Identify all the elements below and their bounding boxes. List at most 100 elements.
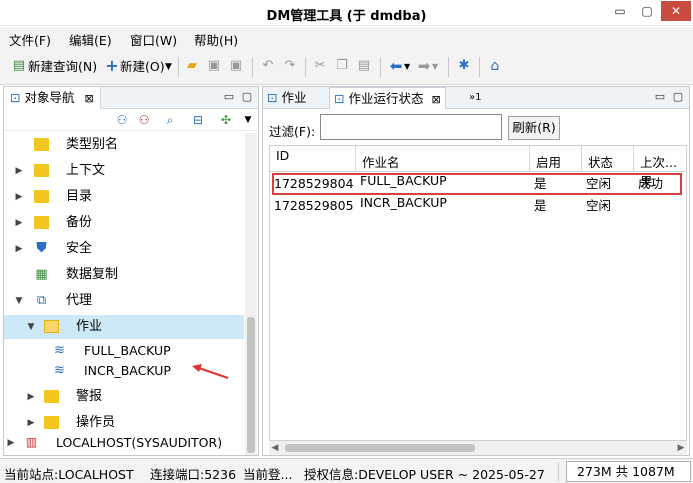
close-icon[interactable]: ⊠: [84, 92, 93, 105]
forward-icon[interactable]: ➡: [416, 58, 432, 74]
tree-node-backup[interactable]: ▶ 备份: [4, 211, 244, 235]
tree-node-label: 代理: [66, 293, 93, 308]
menu-bar: 文件(F) 编辑(E) 窗口(W) 帮助(H): [0, 27, 693, 49]
minimize-panel-button[interactable]: ▭: [222, 89, 236, 105]
filter-label: 过滤(F):: [269, 124, 316, 139]
scroll-right-icon[interactable]: ▶: [675, 441, 687, 455]
scroll-left-icon[interactable]: ◀: [269, 441, 281, 455]
redo-icon[interactable]: ↷: [282, 58, 298, 74]
copy-icon[interactable]: ❐: [334, 58, 350, 74]
folder-icon: [34, 216, 49, 229]
save-all-icon[interactable]: ▣: [228, 58, 244, 74]
column-header-job-name[interactable]: 作业名: [356, 146, 530, 172]
tree-node-alerts[interactable]: ▶ 警报: [4, 385, 244, 409]
tab-label: 作业: [281, 90, 307, 105]
toolbar-separator: [252, 57, 253, 77]
server-icon: ▥: [25, 435, 38, 449]
status-bar: 当前站点:LOCALHOST 连接端口:5236 当前登... 授权信息:DEV…: [0, 458, 693, 483]
cell-enabled: 是: [534, 198, 547, 213]
view-menu-icon[interactable]: ▼: [240, 112, 256, 128]
tab-object-navigator[interactable]: ⊡ 对象导航 ⊠: [4, 87, 101, 109]
toolbar-separator: [305, 57, 306, 77]
tree-node-localhost-sysauditor[interactable]: ▶ ▥ LOCALHOST(SYSAUDITOR): [4, 431, 244, 455]
column-header-id[interactable]: ID: [270, 146, 356, 172]
minimize-panel-button[interactable]: ▭: [653, 89, 667, 105]
menu-edit[interactable]: 编辑(E): [69, 30, 112, 49]
tree-node-replication[interactable]: ▦ 数据复制: [4, 263, 244, 287]
maximize-panel-button[interactable]: ▢: [240, 89, 254, 105]
tab-label: 对象导航: [24, 90, 75, 105]
minimize-button[interactable]: ▭: [607, 1, 633, 21]
menu-help[interactable]: 帮助(H): [194, 30, 238, 49]
expand-arrow-icon[interactable]: ▶: [26, 385, 36, 409]
menu-file[interactable]: 文件(F): [9, 30, 51, 49]
undo-icon[interactable]: ↶: [260, 58, 276, 74]
search-icon[interactable]: ⌕: [162, 112, 178, 128]
navigator-icon: ⊡: [10, 90, 25, 105]
table-horizontal-scrollbar[interactable]: ◀ ▶: [269, 441, 687, 455]
tree-node-type-alias[interactable]: 类型别名: [4, 133, 244, 157]
status-login: 当前登...: [243, 467, 293, 482]
close-icon[interactable]: ⊠: [431, 93, 440, 106]
forward-dropdown-icon[interactable]: ▼: [432, 57, 438, 77]
cut-icon[interactable]: ✂: [312, 58, 328, 74]
menu-window[interactable]: 窗口(W): [130, 30, 177, 49]
refresh-button[interactable]: 刷新(R): [508, 116, 560, 140]
save-icon[interactable]: ▣: [206, 58, 222, 74]
tree-node-label: 备份: [66, 215, 93, 230]
plus-icon: +: [105, 56, 119, 75]
collapse-arrow-icon[interactable]: ▼: [26, 315, 36, 339]
collapse-arrow-icon[interactable]: ▼: [14, 289, 24, 313]
memory-indicator[interactable]: 273M 共 1087M: [566, 461, 691, 482]
collapse-icon[interactable]: ⊟: [190, 112, 206, 128]
tree-vertical-scrollbar[interactable]: [245, 133, 257, 455]
cell-id: 1728529805: [274, 198, 354, 213]
annotation-arrow-icon: [192, 364, 229, 379]
tree-node-jobs[interactable]: ▼ 作业: [4, 315, 244, 339]
expand-icon[interactable]: ✣: [218, 112, 234, 128]
debug-icon[interactable]: ✱: [456, 58, 472, 74]
close-button[interactable]: ✕: [661, 1, 691, 21]
back-dropdown-icon[interactable]: ▼: [404, 57, 410, 77]
expand-arrow-icon[interactable]: ▶: [14, 185, 24, 209]
status-separator: [558, 463, 559, 481]
connect-icon[interactable]: ⚇: [114, 112, 130, 128]
tab-overflow-button[interactable]: »1: [465, 87, 485, 109]
status-current-site: 当前站点:LOCALHOST: [4, 467, 134, 482]
tree-node-label: LOCALHOST(SYSAUDITOR): [56, 435, 223, 450]
new-query-button[interactable]: 新建查询(N): [28, 57, 97, 77]
column-header-enabled[interactable]: 启用: [530, 146, 582, 172]
scrollbar-thumb[interactable]: [285, 444, 475, 452]
expand-arrow-icon[interactable]: ▶: [14, 159, 24, 183]
column-header-label: 启用: [536, 155, 562, 170]
tab-job-run-status[interactable]: ⊡ 作业运行状态 ⊠: [329, 87, 446, 109]
home-icon[interactable]: ⌂: [487, 58, 503, 74]
tree-node-security[interactable]: ▶ ⛊ 安全: [4, 237, 244, 261]
tab-jobs[interactable]: ⊡ 作业: [263, 87, 310, 109]
status-port: 连接端口:5236: [150, 467, 237, 482]
maximize-panel-button[interactable]: ▢: [671, 89, 685, 105]
back-icon[interactable]: ⬅: [388, 58, 404, 74]
folder-icon: [34, 138, 49, 151]
filter-input[interactable]: [320, 114, 502, 140]
new-query-icon: ▤: [12, 58, 26, 73]
scrollbar-thumb[interactable]: [247, 317, 255, 453]
column-header-last-result[interactable]: 上次...果: [634, 146, 686, 189]
tree-node-directory[interactable]: ▶ 目录: [4, 185, 244, 209]
tree-node-label: 数据复制: [66, 267, 119, 282]
disconnect-icon[interactable]: ⚇: [136, 112, 152, 128]
tree-node-label: 安全: [66, 241, 93, 256]
expand-arrow-icon[interactable]: ▶: [14, 211, 24, 235]
column-header-status[interactable]: 状态: [582, 146, 634, 172]
tree-node-agent[interactable]: ▼ ⧉ 代理: [4, 289, 244, 313]
cell-status: 空闲: [586, 198, 612, 213]
tree-node-context[interactable]: ▶ 上下文: [4, 159, 244, 183]
paste-icon[interactable]: ▤: [356, 58, 372, 74]
new-dropdown-icon[interactable]: ▼: [165, 57, 172, 77]
maximize-button[interactable]: ▢: [634, 1, 660, 21]
new-button[interactable]: 新建(O): [120, 57, 165, 77]
open-folder-icon[interactable]: ▰: [184, 58, 200, 74]
navigator-tab-bar: ⊡ 对象导航 ⊠ ▭ ▢: [4, 87, 258, 109]
expand-arrow-icon[interactable]: ▶: [6, 431, 16, 455]
expand-arrow-icon[interactable]: ▶: [14, 237, 24, 261]
